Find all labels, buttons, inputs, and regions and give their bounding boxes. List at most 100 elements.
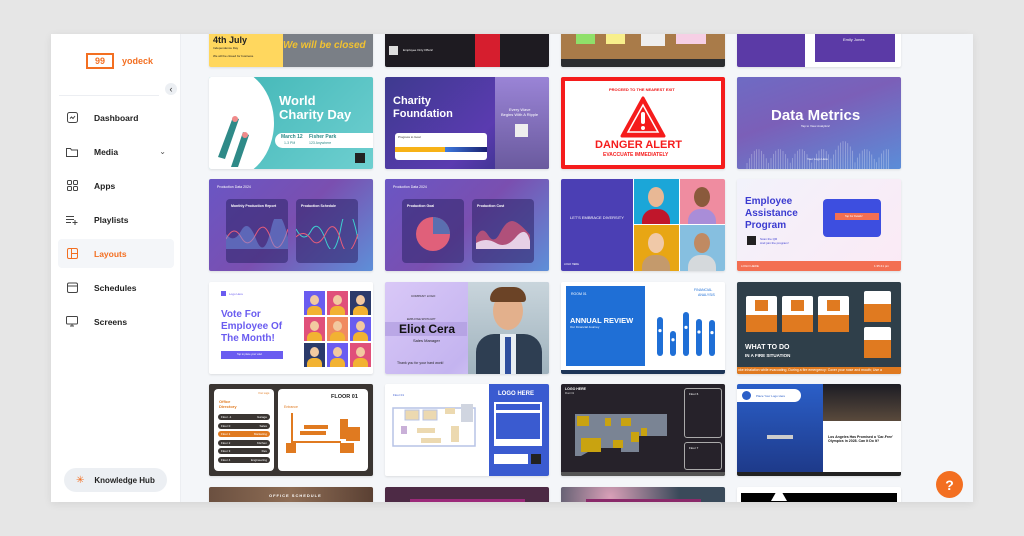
wave-chart (296, 219, 358, 249)
chart-title: FINANCIAL (694, 288, 713, 292)
template-title: Program (745, 220, 787, 231)
panel-right: Emily Jones (815, 34, 895, 62)
template-card-annual-review[interactable]: ROOM 01 ANNUAL REVIEW Our Financial Jour… (561, 282, 725, 374)
template-card-4th-july[interactable]: 4th July Independence Day We will be clo… (209, 34, 373, 67)
photo-panel (495, 77, 549, 169)
template-card-floor-map-dark[interactable]: LOGO HERE Floor 01 Floor 6 Floor 7 (561, 384, 725, 476)
template-card-fire-situation[interactable]: WHAT TO DO IN A FIRE SITUATION oke inhal… (737, 282, 901, 374)
thanks-message: Thank you for your hard work! (397, 361, 444, 365)
template-card-black-white[interactable] (737, 487, 901, 502)
template-card-data-metrics[interactable]: Data Metrics Tap to View Analytics! Your… (737, 77, 901, 169)
chart-card-title: Production Goal (407, 204, 435, 208)
template-card-vote-employee[interactable]: Logo Here Vote For Employee Of The Month… (209, 282, 373, 374)
photo-note (641, 34, 665, 46)
template-card-news[interactable]: Place Your Logo Here Los Angeles Has Pro… (737, 384, 901, 476)
dashboard-icon (66, 112, 78, 124)
yodeck-logo[interactable]: 99 yodeck (86, 53, 153, 69)
sidebar-item-label: Apps (94, 180, 116, 191)
sidebar-item-schedules[interactable]: Schedules (58, 273, 174, 302)
folder-icon (66, 146, 78, 158)
sidebar-item-screens[interactable]: Screens (58, 307, 174, 336)
review-bar (696, 319, 702, 356)
template-card-charity-foundation[interactable]: Charity Foundation Progress to Goal Ever… (385, 77, 549, 169)
floor-info-panel: Floor 6 (684, 388, 722, 438)
floor-map-panel: FLOOR 01 Entrance (278, 389, 368, 471)
logo-placeholder: Logo Here (229, 292, 244, 296)
sidebar-item-playlists[interactable]: Playlists (58, 205, 174, 234)
template-card-production-data-1[interactable]: Production Data 2024 Monthly Production … (209, 179, 373, 271)
diversity-panel: LET'S EMBRACE DIVERSITY LOGO HERE (561, 179, 633, 271)
sidebar-item-apps[interactable]: Apps (58, 171, 174, 200)
sidebar-item-label: Screens (94, 316, 128, 327)
avatar-tile (350, 291, 371, 315)
collapse-sidebar-button[interactable]: ‹ (165, 83, 177, 95)
logo-icon: 99 (86, 53, 114, 69)
review-bar-marker (710, 331, 714, 335)
panel-title: Floor 6 (689, 392, 699, 396)
chevron-down-icon[interactable]: ⌄ (159, 147, 166, 156)
template-card-pattern[interactable] (385, 487, 549, 502)
template-card-corkboard[interactable] (561, 34, 725, 67)
apps-icon (66, 180, 78, 192)
floor-info-panel: Floor 7 (684, 442, 722, 470)
template-card-bokeh[interactable] (561, 487, 725, 502)
template-card-floor-map-light[interactable]: Floor 01 LOGO HERE (385, 384, 549, 476)
template-card-diversity[interactable]: LET'S EMBRACE DIVERSITY LOGO HERE (561, 179, 725, 271)
sidebar-item-dashboard[interactable]: Dashboard (58, 103, 174, 132)
template-card-world-charity-day[interactable]: World Charity Day March 12 1-3 PM Fisher… (209, 77, 373, 169)
template-title: 4th July (213, 35, 248, 45)
logo-placeholder: Place Your Logo Here (756, 393, 786, 398)
qr-code-icon (531, 454, 541, 464)
clock: 1:35:41 pm (874, 264, 890, 268)
news-left-panel: Place Your Logo Here (737, 384, 823, 472)
bokeh-band (586, 499, 701, 502)
template-title: Data Metrics (771, 107, 861, 124)
progress-label: Progress to Goal (398, 135, 421, 139)
review-bar (709, 320, 715, 356)
department-label: Sales (259, 423, 267, 428)
sticky-note (576, 34, 595, 44)
event-address: 123 Anywhere (309, 141, 332, 145)
department-label: Engineering (250, 457, 267, 462)
caption-bar (767, 435, 793, 439)
template-card-employee-spotlight[interactable]: COMPANY LOGO EMPLOYEE SPOTLIGHT Eliot Ce… (385, 282, 549, 374)
directory-row: Floor 4 Engineering (218, 456, 270, 463)
floor-label: Floor 0 (221, 423, 231, 428)
help-button[interactable]: ? (936, 471, 963, 498)
chart-card-title: Production Schedule (301, 204, 337, 208)
knowledge-hub-label: Knowledge Hub (94, 475, 155, 485)
template-card-danger-alert[interactable]: PROCEED TO THE NEAREST EXIT DANGER ALERT… (561, 77, 725, 169)
template-card-emily-jones[interactable]: Emily Jones (737, 34, 901, 67)
entrance-label: Entrance (284, 405, 299, 409)
spotlight-label: EMPLOYEE SPOTLIGHT (407, 318, 436, 321)
alert-instruction: PROCEED TO THE NEAREST EXIT (609, 87, 675, 92)
logo-pill: Place Your Logo Here (737, 389, 801, 402)
template-card-office-schedule[interactable]: OFFICE SCHEDULE (209, 487, 373, 502)
department-label: Marketing (253, 432, 267, 437)
warning-icon (620, 96, 666, 138)
template-title: Charity (393, 95, 431, 107)
sticky-note (676, 34, 706, 44)
sidebar-item-media[interactable]: Media ⌄ (58, 137, 174, 166)
avatar-tile (327, 317, 348, 341)
photo-tile (634, 179, 679, 224)
review-bar-marker (684, 325, 688, 329)
white-notch (771, 487, 787, 501)
template-card-production-data-2[interactable]: Production Data 2024 Production Goal Pro… (385, 179, 549, 271)
template-title: OFFICE SCHEDULE (269, 493, 322, 498)
sidebar-item-layouts[interactable]: Layouts (58, 239, 174, 268)
info-panel: LOGO HERE (489, 384, 549, 476)
template-card-office-directory[interactable]: Your Logo Office Directory Floor -1 Garag… (209, 384, 373, 476)
ticker-bar (737, 472, 901, 476)
sidebar-nav: Dashboard Media ⌄ Apps Playlists Layouts (58, 103, 174, 341)
question-icon: ? (945, 476, 954, 493)
review-panel: ROOM 01 ANNUAL REVIEW Our Financial Jour… (566, 286, 645, 366)
logo-glyph: 99 (94, 55, 105, 66)
fire-tip-card (864, 291, 891, 322)
template-card-employee-offers[interactable]: Employee Only Offers! (385, 34, 549, 67)
template-title: LET'S EMBRACE DIVERSITY (570, 215, 624, 220)
directory-row: Floor 2 Kitchen (218, 439, 270, 446)
template-card-employee-assistance[interactable]: Employee Assistance Program Scan the QR … (737, 179, 901, 271)
hands-illustration (218, 116, 249, 167)
knowledge-hub-button[interactable]: ✳ Knowledge Hub (64, 468, 167, 492)
